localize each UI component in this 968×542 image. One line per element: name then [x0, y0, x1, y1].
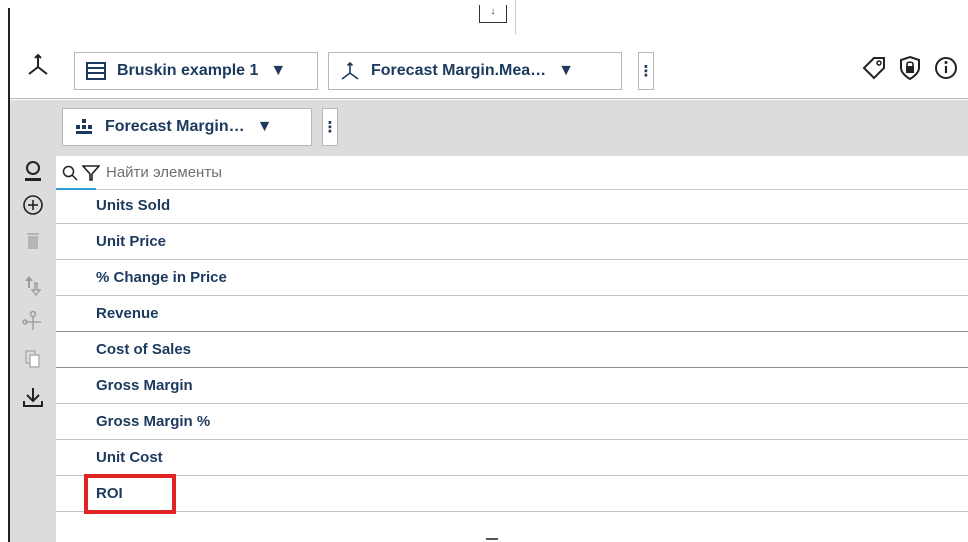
filter-icon[interactable]	[82, 164, 100, 182]
copy-icon[interactable]	[10, 346, 56, 372]
toolbar: Bruskin example 1 ▼ Forecast Margin.Mea……	[10, 40, 968, 99]
list-item-label: Gross Margin %	[96, 413, 211, 430]
dimension-bar: Forecast Margin… ▼ ⋮	[10, 100, 968, 156]
dimension-label: Forecast Margin…	[105, 118, 245, 135]
trash-icon[interactable]	[10, 228, 56, 254]
list-item[interactable]: Units Sold	[56, 188, 968, 224]
member-list-panel: Найти элементы Units Sold Unit Price % C…	[56, 156, 968, 542]
add-icon[interactable]	[10, 192, 56, 218]
list-item[interactable]: Revenue	[56, 296, 968, 332]
chevron-down-icon: ▼	[256, 118, 273, 135]
chevron-down-icon: ▼	[558, 62, 574, 79]
dataset-dropdown[interactable]: Bruskin example 1 ▼	[74, 52, 318, 90]
toolbar-right-icons	[860, 54, 960, 82]
collapse-handle[interactable]: ↓	[479, 5, 507, 23]
shield-lock-icon[interactable]	[896, 54, 924, 82]
measure-more-button[interactable]: ⋮	[638, 52, 654, 90]
list-item[interactable]: % Change in Price	[56, 260, 968, 296]
dimension-more-button[interactable]: ⋮	[322, 108, 338, 146]
list-item[interactable]: Gross Margin	[56, 368, 968, 404]
dataset-label: Bruskin example 1	[117, 62, 259, 79]
search-placeholder[interactable]: Найти элементы	[106, 164, 222, 181]
top-divider	[515, 0, 516, 34]
move-icon[interactable]	[10, 272, 56, 298]
list-item-label: Cost of Sales	[96, 341, 192, 358]
member-list: Units Sold Unit Price % Change in Price …	[56, 188, 968, 512]
bottom-resize-handle[interactable]	[486, 538, 498, 540]
list-item[interactable]: Cost of Sales	[56, 332, 968, 368]
list-item-label: Units Sold	[96, 197, 171, 214]
list-item-label: Gross Margin	[96, 377, 193, 394]
search-bar[interactable]: Найти элементы	[56, 156, 968, 190]
dimension-dropdown[interactable]: Forecast Margin… ▼	[62, 108, 312, 146]
axis-icon[interactable]	[26, 52, 50, 78]
measure-label: Forecast Margin.Mea…	[371, 62, 547, 79]
table-icon	[85, 60, 107, 82]
split-icon[interactable]	[10, 308, 56, 334]
search-icon[interactable]	[62, 165, 78, 181]
list-item-label: Unit Cost	[96, 449, 163, 466]
chevron-down-icon: ▼	[270, 62, 287, 79]
list-item[interactable]: ROI	[56, 476, 968, 512]
list-item[interactable]: Unit Price	[56, 224, 968, 260]
highlight-box	[84, 474, 176, 514]
hierarchy-icon	[73, 116, 95, 138]
list-item[interactable]: Gross Margin %	[56, 404, 968, 440]
list-item-label: % Change in Price	[96, 269, 227, 286]
left-toolbar	[10, 156, 56, 542]
tag-icon[interactable]	[860, 54, 888, 82]
info-icon[interactable]	[932, 54, 960, 82]
user-icon[interactable]	[10, 158, 56, 184]
list-item-label: Revenue	[96, 305, 159, 322]
list-item[interactable]: Unit Cost	[56, 440, 968, 476]
list-item-label: Unit Price	[96, 233, 167, 250]
download-icon[interactable]	[10, 384, 56, 410]
measure-dropdown[interactable]: Forecast Margin.Mea… ▼	[328, 52, 622, 90]
axis-icon	[339, 60, 361, 82]
